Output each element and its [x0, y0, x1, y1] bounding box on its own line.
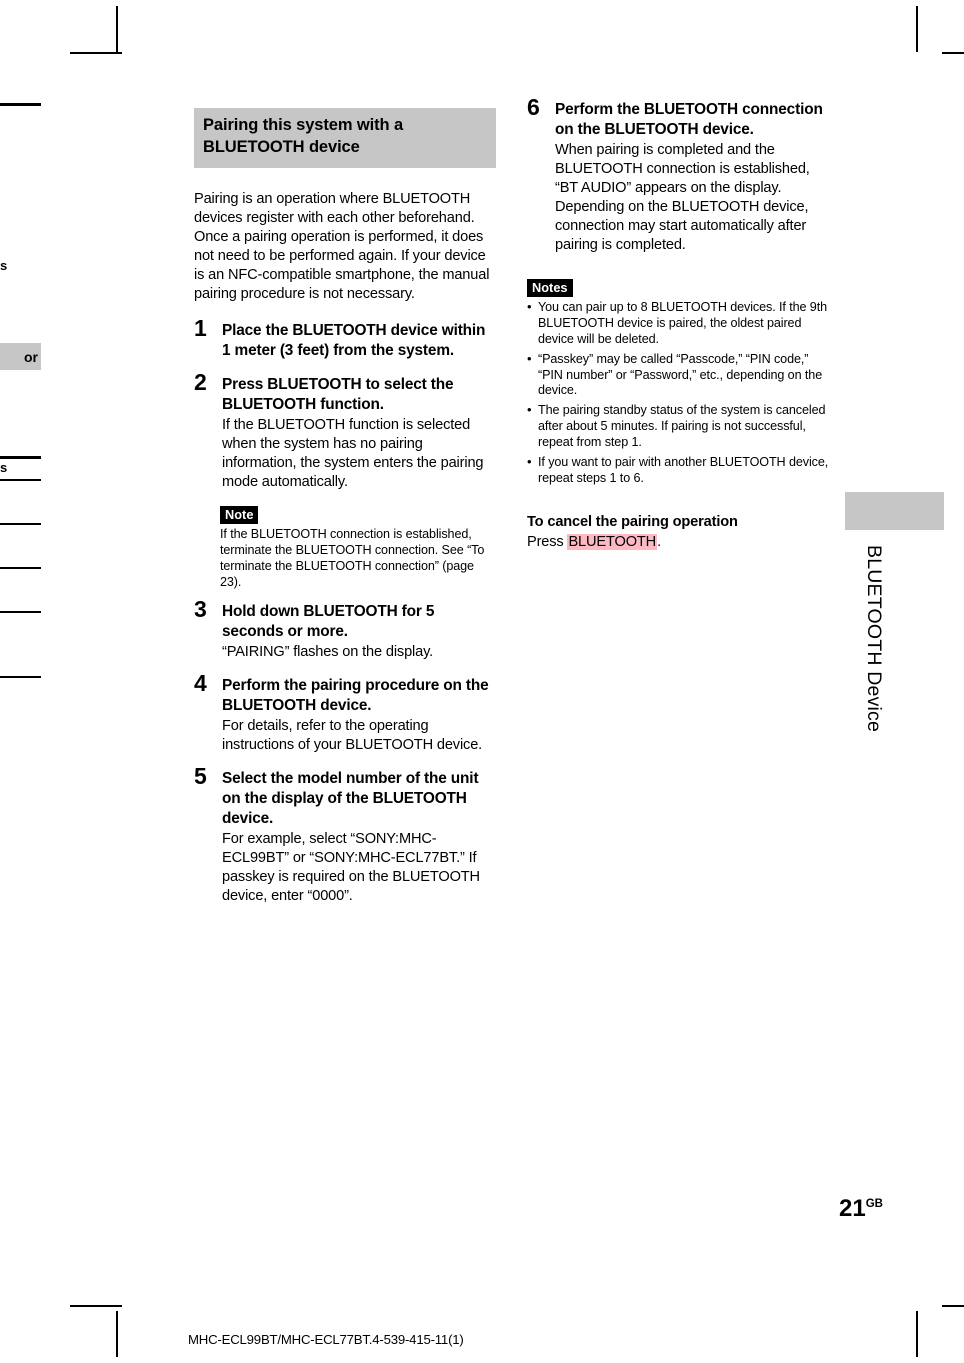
press-suffix: . [657, 533, 661, 550]
notes-callout: Notes You can pair up to 8 BLUETOOTH dev… [527, 278, 829, 487]
manual-page: s or s Pairing this system with a BLUETO… [0, 0, 964, 1363]
page-number: 21GB [839, 1197, 883, 1221]
step-1-title: Place the BLUETOOTH device within 1 mete… [222, 321, 486, 359]
step-4: 4 Perform the pairing procedure on the B… [194, 672, 496, 755]
crop-mark-bottom-left-horizontal [70, 1305, 122, 1307]
footer-part-number: MHC-ECL99BT/MHC-ECL77BT.4-539-415-11(1) [188, 1332, 464, 1347]
note-callout-step2: Note If the BLUETOOTH connection is esta… [220, 505, 496, 591]
bleed-rule-top [0, 103, 41, 106]
section-tab-marker [845, 492, 944, 530]
step-4-body: For details, refer to the operating inst… [222, 718, 483, 754]
right-column: 6 Perform the BLUETOOTH connection on th… [527, 96, 829, 552]
step-4-number: 4 [194, 670, 207, 697]
step-3-body: “PAIRING” flashes on the display. [222, 644, 434, 661]
step-2: 2 Press BLUETOOTH to select the BLUETOOT… [194, 370, 496, 492]
step-3-number: 3 [194, 596, 207, 623]
cancel-pairing-section: To cancel the pairing operation Press BL… [527, 513, 829, 552]
cancel-pairing-instruction: Press BLUETOOTH. [527, 533, 829, 552]
bleed-table-rule-6 [0, 676, 41, 678]
left-column: Pairing this system with a BLUETOOTH dev… [194, 108, 496, 920]
step-3-title: Hold down BLUETOOTH for 5 seconds or mor… [222, 603, 435, 641]
step-6: 6 Perform the BLUETOOTH connection on th… [527, 96, 829, 255]
crop-mark-top-left-horizontal [70, 52, 122, 54]
section-tab-label: BLUETOOTH Device [863, 545, 885, 733]
step-5-number: 5 [194, 763, 207, 790]
step-2-body: If the BLUETOOTH function is selected wh… [222, 416, 484, 490]
bluetooth-key-highlight: BLUETOOTH [567, 533, 658, 550]
step-5-title: Select the model number of the unit on t… [222, 770, 479, 828]
step-6-title: Perform the BLUETOOTH connection on the … [555, 101, 823, 139]
step-6-body: When pairing is completed and the BLUETO… [555, 142, 810, 253]
step-1: 1 Place the BLUETOOTH device within 1 me… [194, 316, 496, 361]
step-3: 3 Hold down BLUETOOTH for 5 seconds or m… [194, 598, 496, 662]
bleed-text-fragment-upper: s [0, 258, 8, 273]
bleed-table-rule-1 [0, 456, 41, 459]
bleed-index-tab: or [0, 343, 41, 370]
step-2-number: 2 [194, 368, 207, 395]
intro-paragraph: Pairing is an operation where BLUETOOTH … [194, 190, 490, 302]
note-text: If the BLUETOOTH connection is establish… [220, 526, 485, 589]
step-5-body: For example, select “SONY:MHC-ECL99BT” o… [222, 831, 480, 905]
notes-list-item: You can pair up to 8 BLUETOOTH devices. … [527, 299, 829, 348]
press-prefix: Press [527, 533, 568, 550]
crop-mark-top-left-vertical [116, 6, 118, 52]
page-number-value: 21 [839, 1195, 866, 1222]
section-header: Pairing this system with a BLUETOOTH dev… [194, 108, 496, 168]
step-5: 5 Select the model number of the unit on… [194, 765, 496, 906]
step-6-number: 6 [527, 94, 540, 120]
bleed-table-rule-2 [0, 479, 41, 481]
bleed-table-rule-5 [0, 611, 41, 613]
step-2-title: Press BLUETOOTH to select the BLUETOOTH … [222, 375, 454, 413]
notes-list: You can pair up to 8 BLUETOOTH devices. … [527, 299, 829, 487]
notes-list-item: “Passkey” may be called “Passcode,” “PIN… [527, 351, 829, 400]
step-1-number: 1 [194, 314, 207, 341]
crop-mark-bottom-right-horizontal [942, 1305, 964, 1307]
notes-label: Notes [527, 278, 573, 298]
notes-list-item: If you want to pair with another BLUETOO… [527, 454, 829, 487]
crop-mark-top-right-vertical [916, 6, 918, 52]
crop-mark-top-right-horizontal [942, 52, 964, 54]
cancel-pairing-heading: To cancel the pairing operation [527, 513, 738, 530]
page-number-suffix: GB [865, 1198, 883, 1210]
bleed-text-fragment-lower: s [0, 460, 8, 475]
note-label: Note [220, 505, 259, 524]
notes-list-item: The pairing standby status of the system… [527, 402, 829, 451]
bleed-table-rule-4 [0, 567, 41, 569]
crop-mark-bottom-right-vertical [916, 1311, 918, 1357]
step-4-title: Perform the pairing procedure on the BLU… [222, 677, 489, 715]
bleed-table-rule-3 [0, 523, 41, 525]
crop-mark-bottom-left-vertical [116, 1311, 118, 1357]
